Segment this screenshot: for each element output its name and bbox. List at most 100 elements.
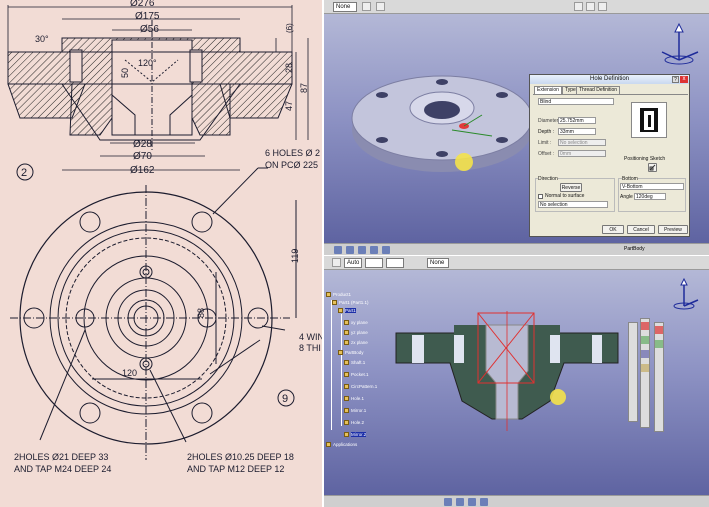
status-icon[interactable] [334,246,342,254]
cad-window-bottom[interactable]: Auto None Product1 Part1 (Part1.1) Part1… [324,256,709,507]
status-icon[interactable] [358,246,366,254]
note-left-line2: AND TAP M24 DEEP 24 [14,464,111,474]
normal-to-surface-label: Normal to surface [545,193,585,199]
note-right-line1: 2HOLES Ø10.25 DEEP 18 [187,452,294,462]
top-status-bar: PartBody [324,243,709,255]
toolbar-button[interactable] [332,258,341,267]
depth-label: Depth : [538,129,555,135]
tree-item-xy-plane[interactable]: xy plane [344,320,368,326]
tree-item-hole-2[interactable]: Hole.2 [344,420,364,426]
dim-56: Ø56 [140,24,159,35]
hole-definition-dialog: Hole Definition ? x Extension Type Threa… [529,74,690,237]
tab-extension[interactable]: Extension [534,86,562,94]
hole-icon[interactable] [641,350,649,358]
tree-item-part-instance[interactable]: Part1 (Part1.1) [332,300,369,306]
vertical-toolbar [640,318,650,428]
status-icon[interactable] [456,498,464,506]
tab-divider [533,94,688,95]
status-icon[interactable] [346,246,354,254]
angle-field[interactable]: 120deg [634,193,666,200]
direction-label: Direction [538,176,558,182]
pocket-icon[interactable] [641,336,649,344]
section-view-model[interactable] [394,311,624,451]
cad-window-top[interactable]: None Hole Definition ? x Extension Type … [324,0,709,255]
tree-item-product[interactable]: Product1 [326,292,351,298]
limit-field[interactable]: No selection [558,139,606,146]
direction-field[interactable]: No selection [538,201,608,208]
dim-28-bore: Ø28 [133,139,152,150]
status-icon[interactable] [444,498,452,506]
tree-item-part[interactable]: Part1 [338,308,356,314]
dim-28: 28 [284,63,294,73]
section-view [7,20,293,150]
extension-type-select[interactable]: Blind [538,98,614,105]
status-icon[interactable] [382,246,390,254]
tree-item-partbody[interactable]: PartBody [338,350,364,356]
note-right-line2: AND TAP M12 DEEP 12 [187,464,284,474]
dim-120: 120 [122,368,137,378]
compass-icon[interactable] [654,20,704,70]
tree-item-mirror-2[interactable]: Mirror.2 [344,432,367,438]
tree-item-pocket[interactable]: Pocket.1 [344,372,369,378]
toolbar-button[interactable] [362,2,371,11]
engineering-drawing: Ø276 Ø175 Ø56 30° 120° (6) 50 28 87 47 Ø… [0,0,322,507]
diameter-field[interactable]: 25.752mm [558,117,596,124]
dim-6: (6) [285,23,294,33]
tree-item-mirror-1[interactable]: Mirror.1 [344,408,366,414]
positioning-sketch-label: Positioning Sketch [624,156,666,162]
dim-70: Ø70 [133,151,152,162]
tree-item-hole-1[interactable]: Hole.1 [344,396,364,402]
toolbar-button[interactable] [574,2,583,11]
dialog-title-bar: Hole Definition ? x [530,75,689,84]
linetype-select[interactable] [365,258,383,268]
normal-to-surface-checkbox[interactable] [538,194,543,199]
toolbar-button[interactable] [376,2,385,11]
preview-button[interactable]: Preview [658,225,688,234]
dim-47: 47 [284,101,294,111]
bottom-type-select[interactable]: V-Bottom [620,183,684,190]
hole-preview-icon [631,102,667,138]
reverse-button[interactable]: Reverse [560,183,582,192]
mirror-icon[interactable] [655,326,663,334]
toolbar-button[interactable] [598,2,607,11]
tree-item-yz-plane[interactable]: yz plane [344,330,368,336]
right-note-line1: 4 WIN [299,332,322,342]
layer-select[interactable]: Auto [344,258,362,268]
ok-button[interactable]: OK [602,225,624,234]
shaft-icon[interactable] [641,364,649,372]
holes-note-line2: ON PCØ 225 [265,160,318,170]
flange-3d-model[interactable] [342,40,542,190]
tree-item-shaft[interactable]: Shaft.1 [344,360,365,366]
status-icon[interactable] [480,498,488,506]
toolbar-button[interactable] [586,2,595,11]
plan-view [10,167,297,460]
depth-field[interactable]: 33mm [558,128,596,135]
tree-item-applications[interactable]: Applications [326,442,357,448]
dim-50: 50 [120,68,130,78]
tree-item-zx-plane[interactable]: zx plane [344,340,368,346]
status-icon[interactable] [468,498,476,506]
status-icon[interactable] [370,246,378,254]
specification-tree: Product1 Part1 (Part1.1) Part1 xy plane … [324,292,384,482]
pattern-icon[interactable] [655,340,663,348]
note-left-line1: 2HOLES Ø21 DEEP 33 [14,452,108,462]
close-button[interactable]: x [680,76,688,83]
thickness-select[interactable] [386,258,404,268]
line-type-select[interactable]: None [333,2,357,12]
help-button[interactable]: ? [672,76,679,83]
offset-field[interactable]: 0mm [558,150,606,157]
bottom-status-bar [324,495,709,507]
pad-icon[interactable] [641,322,649,330]
dim-162: Ø162 [130,165,155,176]
compass-icon[interactable] [664,276,704,316]
tree-item-circpattern[interactable]: CircPattern.1 [344,384,377,390]
style-select[interactable]: None [427,258,449,268]
right-note-line2: 8 THI [299,343,321,353]
tab-thread-definition[interactable]: Thread Definition [576,86,621,94]
dim-87: 87 [299,83,309,93]
cancel-button[interactable]: Cancel [627,225,655,234]
dialog-title: Hole Definition [589,76,630,82]
vertical-toolbar [654,322,664,432]
positioning-sketch-button[interactable] [648,163,657,172]
drawing-canvas: Ø276 Ø175 Ø56 30° 120° (6) 50 28 87 47 Ø… [7,0,322,474]
